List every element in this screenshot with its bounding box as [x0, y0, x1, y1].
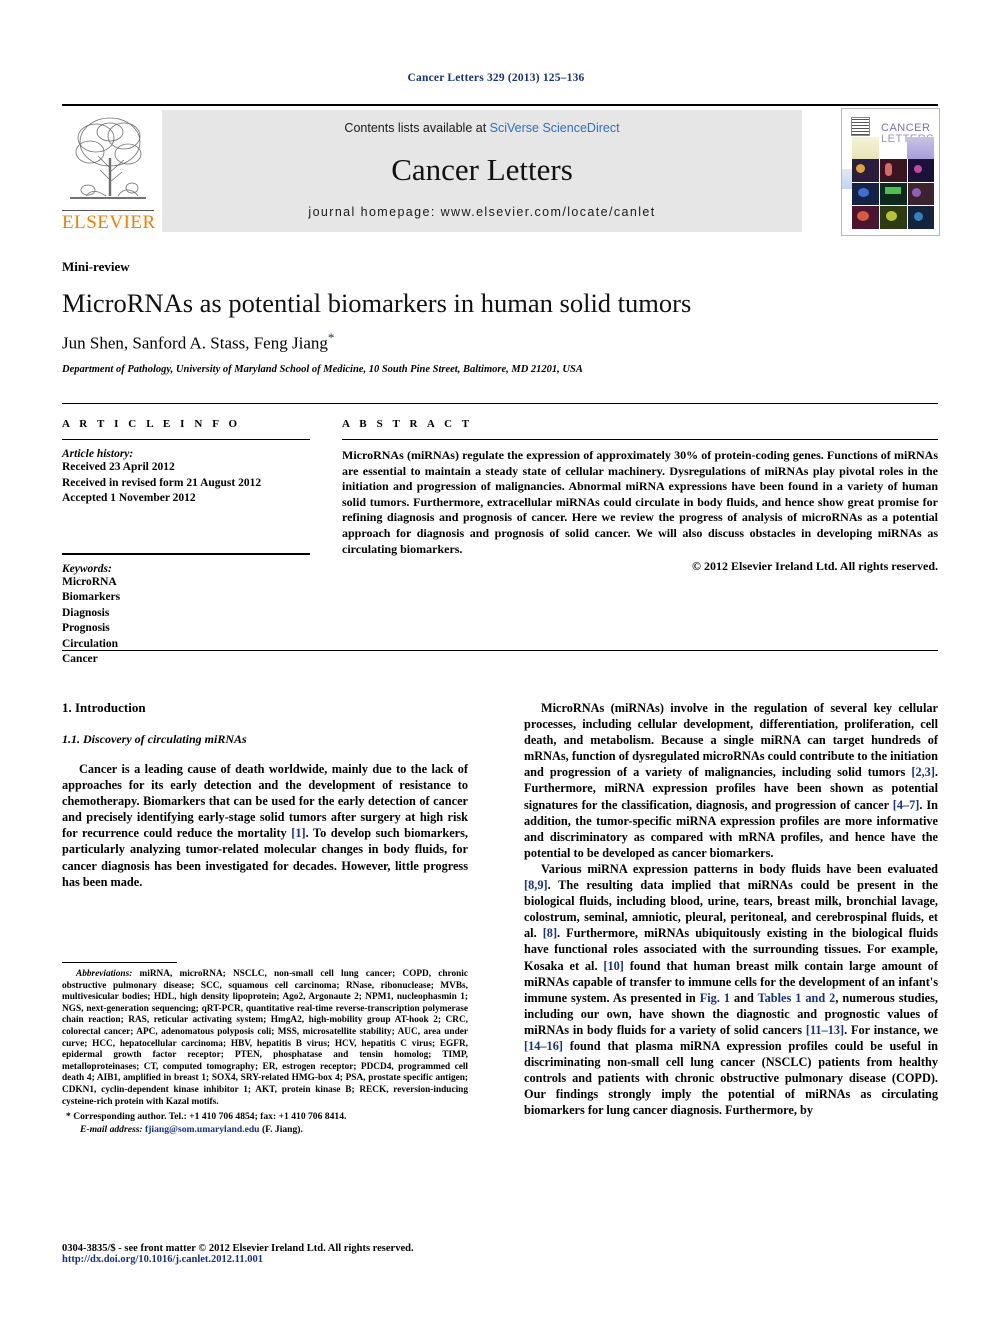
abbreviations-label: Abbreviations:: [76, 969, 133, 979]
abstract-column: A B S T R A C T MicroRNAs (miRNAs) regul…: [342, 418, 938, 574]
author-list: Jun Shen, Sanford A. Stass, Feng Jiang*: [62, 330, 862, 354]
paper-page: Cancer Letters 329 (2013) 125–136 ELSEVI…: [0, 0, 992, 1323]
body-column-right: MicroRNAs (miRNAs) involve in the regula…: [524, 700, 938, 1118]
contents-prefix: Contents lists available at: [344, 121, 490, 135]
abstract-text: MicroRNAs (miRNAs) regulate the expressi…: [342, 448, 938, 556]
running-head: Cancer Letters 329 (2013) 125–136: [407, 72, 585, 84]
abbreviations-text: miRNA, microRNA; NSCLC, non-small cell l…: [62, 969, 468, 1107]
figure-reference-link[interactable]: Fig. 1: [700, 991, 730, 1005]
email-note: E-mail address: fjiang@som.umaryland.edu…: [62, 1124, 468, 1136]
abbreviations-note: Abbreviations: miRNA, microRNA; NSCLC, n…: [62, 969, 468, 1108]
citation-link[interactable]: [10]: [603, 959, 624, 973]
paragraph-left-1: Cancer is a leading cause of death world…: [62, 761, 468, 890]
affiliation: Department of Pathology, University of M…: [62, 364, 583, 375]
corresponding-marker: *: [66, 1111, 71, 1123]
abstract-copyright: © 2012 Elsevier Ireland Ltd. All rights …: [692, 559, 938, 574]
citation-link[interactable]: [11–13]: [806, 1023, 844, 1037]
footnote-block: Abbreviations: miRNA, microRNA; NSCLC, n…: [62, 962, 468, 1136]
issn-copyright-line: 0304-3835/$ - see front matter © 2012 El…: [62, 1243, 414, 1254]
contents-available-line: Contents lists available at SciVerse Sci…: [162, 121, 802, 135]
abstract-heading: A B S T R A C T: [342, 418, 473, 430]
article-info-heading: A R T I C L E I N F O: [62, 418, 241, 430]
journal-banner: Contents lists available at SciVerse Sci…: [162, 110, 802, 232]
email-link[interactable]: fjiang@som.umaryland.edu: [145, 1124, 259, 1135]
para-text: . For instance, we: [844, 1022, 939, 1037]
page-footer: 0304-3835/$ - see front matter © 2012 El…: [62, 1243, 562, 1265]
citation-link[interactable]: [14–16]: [524, 1039, 563, 1053]
corresponding-author-marker: *: [327, 330, 335, 345]
subsection-heading-discovery: 1.1. Discovery of circulating miRNAs: [62, 732, 247, 746]
journal-title: Cancer Letters: [391, 152, 573, 187]
elsevier-tree-icon: [66, 112, 150, 206]
journal-homepage-link[interactable]: journal homepage: www.elsevier.com/locat…: [162, 205, 802, 219]
elsevier-logo: ELSEVIER: [62, 110, 156, 236]
history-item: Accepted 1 November 2012: [62, 492, 196, 504]
article-type-label: Mini-review: [62, 259, 130, 274]
keyword-item: Diagnosis: [62, 606, 110, 619]
body-column-left: 1. Introduction 1.1. Discovery of circul…: [62, 700, 468, 890]
email-suffix: (F. Jiang).: [261, 1123, 303, 1135]
journal-masthead: ELSEVIER Contents lists available at Sci…: [62, 104, 940, 238]
citation-link[interactable]: [2,3]: [911, 765, 935, 779]
divider-bottom: [62, 650, 938, 651]
corresponding-text: Corresponding author. Tel.: +1 410 706 4…: [73, 1111, 347, 1123]
citation-link[interactable]: [4–7]: [893, 798, 920, 812]
history-item: Received in revised form 21 August 2012: [62, 476, 262, 489]
cover-inner: CANCER LETTERS: [842, 113, 934, 231]
keywords-label: Keywords:: [62, 562, 112, 575]
footnote-rule: [62, 962, 177, 963]
article-info-column: A R T I C L E I N F O Article history: R…: [62, 418, 310, 668]
elsevier-wordmark: ELSEVIER: [62, 210, 156, 233]
cover-mini-logo-icon: [851, 117, 870, 136]
keyword-item: Biomarkers: [62, 591, 121, 603]
paragraph-right-1: MicroRNAs (miRNAs) involve in the regula…: [524, 700, 938, 861]
citation-link[interactable]: [8,9]: [524, 878, 548, 892]
journal-cover-thumbnail: CANCER LETTERS: [841, 108, 940, 236]
para-text: and: [730, 990, 758, 1005]
author-names: Jun Shen, Sanford A. Stass, Feng Jiang: [62, 333, 328, 353]
para-text: Various miRNA expression patterns in bod…: [541, 861, 938, 876]
keyword-item: Prognosis: [62, 622, 110, 634]
abstract-rule: [342, 439, 938, 440]
paragraph-right-2: Various miRNA expression patterns in bod…: [524, 861, 938, 1119]
para-text: found that plasma miRNA expression profi…: [524, 1038, 938, 1118]
divider-top: [62, 403, 938, 404]
email-label: E-mail address:: [80, 1123, 143, 1135]
history-item: Received 23 April 2012: [62, 461, 175, 473]
cover-image-grid: [842, 137, 934, 229]
article-history-label: Article history:: [62, 448, 134, 460]
sciencedirect-link[interactable]: SciVerse ScienceDirect: [490, 121, 620, 135]
article-info-rule: [62, 439, 310, 440]
keyword-item: MicroRNA: [62, 575, 117, 588]
page-title: MicroRNAs as potential biomarkers in hum…: [62, 288, 692, 318]
citation-link[interactable]: [8]: [543, 926, 557, 940]
keyword-item: Cancer: [62, 653, 98, 665]
section-heading-introduction: 1. Introduction: [62, 700, 146, 715]
doi-link[interactable]: http://dx.doi.org/10.1016/j.canlet.2012.…: [62, 1254, 562, 1265]
keywords-rule: [62, 552, 310, 555]
corresponding-author-note: * Corresponding author. Tel.: +1 410 706…: [62, 1111, 468, 1123]
citation-link[interactable]: [1]: [291, 826, 305, 840]
table-reference-link[interactable]: Tables 1 and 2: [758, 991, 836, 1005]
para-text: MicroRNAs (miRNAs) involve in the regula…: [524, 701, 938, 780]
